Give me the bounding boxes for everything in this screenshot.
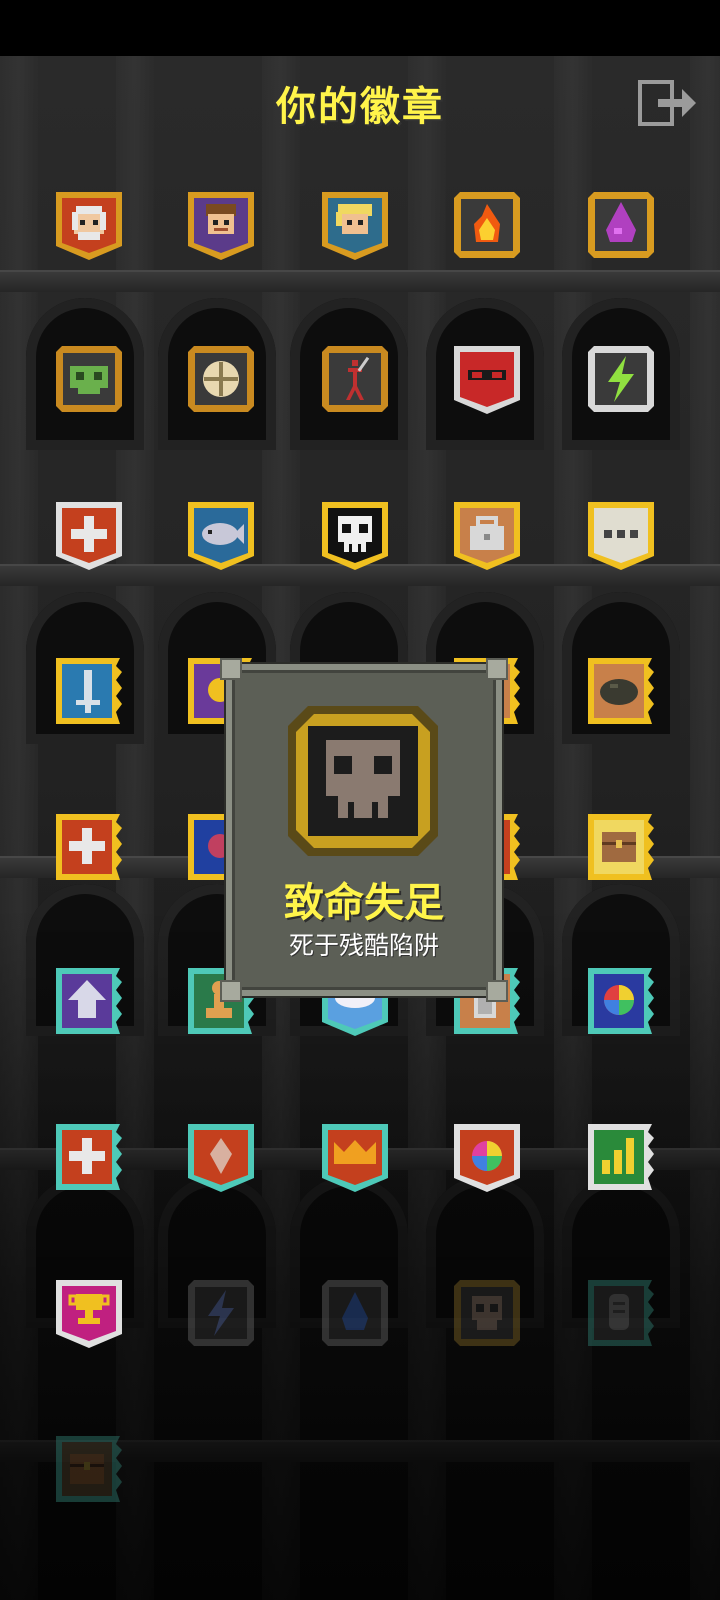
badge-ellipsis[interactable]: [584, 498, 658, 572]
badge-plus-teal[interactable]: [52, 1120, 126, 1194]
trophy-icon: [56, 1280, 122, 1348]
chest-icon: [56, 1436, 122, 1502]
chest-icon: [588, 814, 654, 880]
skull-icon: [454, 1280, 520, 1346]
skull-icon: [322, 502, 388, 570]
fire-icon: [454, 192, 520, 258]
water-drop-icon: [322, 1280, 388, 1346]
badge-lightning-locked[interactable]: [184, 1276, 258, 1350]
badge-plus-gold[interactable]: [52, 810, 126, 884]
badge-red-stick-figure[interactable]: [318, 342, 392, 416]
badge-chest-gold[interactable]: [584, 810, 658, 884]
status-bar: [0, 0, 720, 56]
white-haired-hero-icon: [56, 192, 122, 260]
badge-brown-haired-hero[interactable]: [184, 188, 258, 262]
tombstone-icon: [588, 1280, 654, 1346]
lightning-icon: [188, 1280, 254, 1346]
badge-name: 致命失足: [284, 880, 444, 926]
badge-lightning[interactable]: [584, 342, 658, 416]
badge-trophy[interactable]: [52, 1276, 126, 1350]
badge-color-wheel-teal[interactable]: [584, 964, 658, 1038]
badge-plus-silver[interactable]: [52, 498, 126, 572]
badge-white-haired-hero[interactable]: [52, 188, 126, 262]
bar-chart-icon: [588, 1124, 654, 1190]
badge-crown[interactable]: [318, 1120, 392, 1194]
rock-icon: [588, 658, 654, 724]
badge-skull-locked[interactable]: [450, 1276, 524, 1350]
badge-color-wheel-red[interactable]: [450, 1120, 524, 1194]
badge-red-goggles[interactable]: [450, 342, 524, 416]
red-goggles-icon: [454, 346, 520, 414]
badge-bar-chart[interactable]: [584, 1120, 658, 1194]
blonde-hero-icon: [322, 192, 388, 260]
red-stick-figure-icon: [322, 346, 388, 412]
exit-button[interactable]: [638, 78, 698, 128]
lightning-icon: [588, 346, 654, 412]
plus-icon: [56, 502, 122, 570]
rune-circle-icon: [188, 346, 254, 412]
brown-haired-hero-icon: [188, 192, 254, 260]
color-wheel-icon: [588, 968, 654, 1034]
badge-fish[interactable]: [184, 498, 258, 572]
badge-rune-circle[interactable]: [184, 342, 258, 416]
badge-bag[interactable]: [450, 498, 524, 572]
badge-tombstone-locked[interactable]: [584, 1276, 658, 1350]
exit-icon: [638, 80, 696, 126]
badge-green-skull[interactable]: [52, 342, 126, 416]
badge-rock[interactable]: [584, 654, 658, 728]
plus-icon: [56, 814, 122, 880]
fish-icon: [188, 502, 254, 570]
page-title: 你的徽章: [276, 84, 444, 130]
badge-sword[interactable]: [52, 654, 126, 728]
green-skull-icon: [56, 346, 122, 412]
sword-icon: [56, 658, 122, 724]
ellipsis-icon: [588, 502, 654, 570]
badge-chest-locked[interactable]: [52, 1432, 126, 1506]
bag-icon: [454, 502, 520, 570]
badge-description: 死于残酷陷阱: [288, 931, 439, 960]
badge-gem[interactable]: [184, 1120, 258, 1194]
up-arrow-icon: [56, 968, 122, 1034]
color-wheel-icon: [454, 1124, 520, 1192]
badge-purple-potion[interactable]: [584, 188, 658, 262]
badge-skull[interactable]: [318, 498, 392, 572]
plus-icon: [56, 1124, 122, 1190]
badge-info-popup: 致命失足 死于残酷陷阱: [220, 658, 508, 1002]
gem-icon: [188, 1124, 254, 1192]
skull-icon: [288, 706, 438, 856]
crown-icon: [322, 1124, 388, 1192]
purple-potion-drop-icon: [588, 192, 654, 258]
badge-blonde-hero[interactable]: [318, 188, 392, 262]
badge-fire[interactable]: [450, 188, 524, 262]
badge-up-arrow[interactable]: [52, 964, 126, 1038]
badge-water-drop-locked[interactable]: [318, 1276, 392, 1350]
